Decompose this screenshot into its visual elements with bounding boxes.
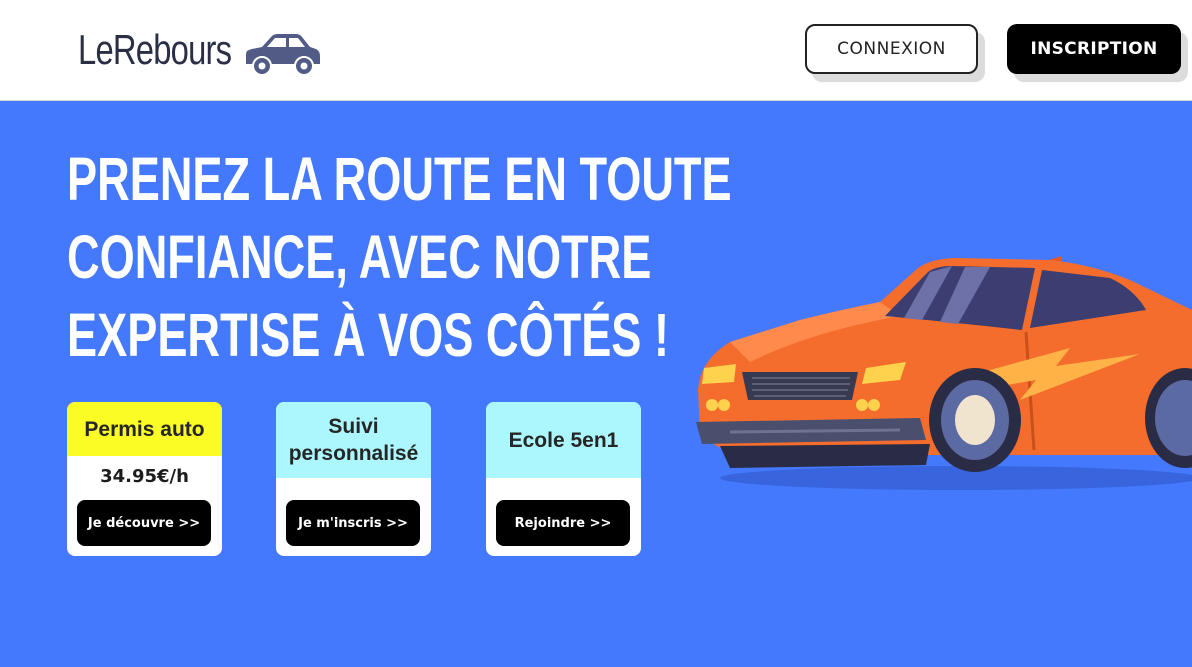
offer-card-permis: Permis auto 34.95€/h Je découvre >> — [67, 402, 222, 556]
card-price: 34.95€/h — [100, 466, 189, 487]
discover-button[interactable]: Je découvre >> — [77, 500, 211, 546]
card-title: Suivi personnalisé — [276, 402, 431, 478]
card-title: Permis auto — [67, 402, 222, 456]
hero-title-line: EXPERTISE À VOS CÔTÉS ! — [67, 301, 669, 369]
hero-title-line: CONFIANCE, AVEC NOTRE — [67, 223, 652, 291]
hero-title: PRENEZ LA ROUTE EN TOUTE CONFIANCE, AVEC… — [67, 140, 732, 374]
logo[interactable]: LeRebours — [78, 26, 320, 76]
offer-card-ecole: Ecole 5en1 Rejoindre >> — [486, 402, 641, 556]
register-button[interactable]: Je m'inscris >> — [286, 500, 420, 546]
signup-button[interactable]: INSCRIPTION — [1007, 24, 1181, 74]
sports-car-illustration — [696, 256, 1192, 490]
car-icon — [246, 34, 320, 76]
offer-card-suivi: Suivi personnalisé Je m'inscris >> — [276, 402, 431, 556]
site-header: LeRebours CONNEXION INSCRIPTION — [0, 0, 1192, 101]
hero-title-line: PRENEZ LA ROUTE EN TOUTE — [67, 145, 732, 213]
login-button[interactable]: CONNEXION — [805, 24, 978, 74]
card-title: Ecole 5en1 — [486, 402, 641, 478]
join-button[interactable]: Rejoindre >> — [496, 500, 630, 546]
logo-text: LeRebours — [78, 26, 232, 73]
